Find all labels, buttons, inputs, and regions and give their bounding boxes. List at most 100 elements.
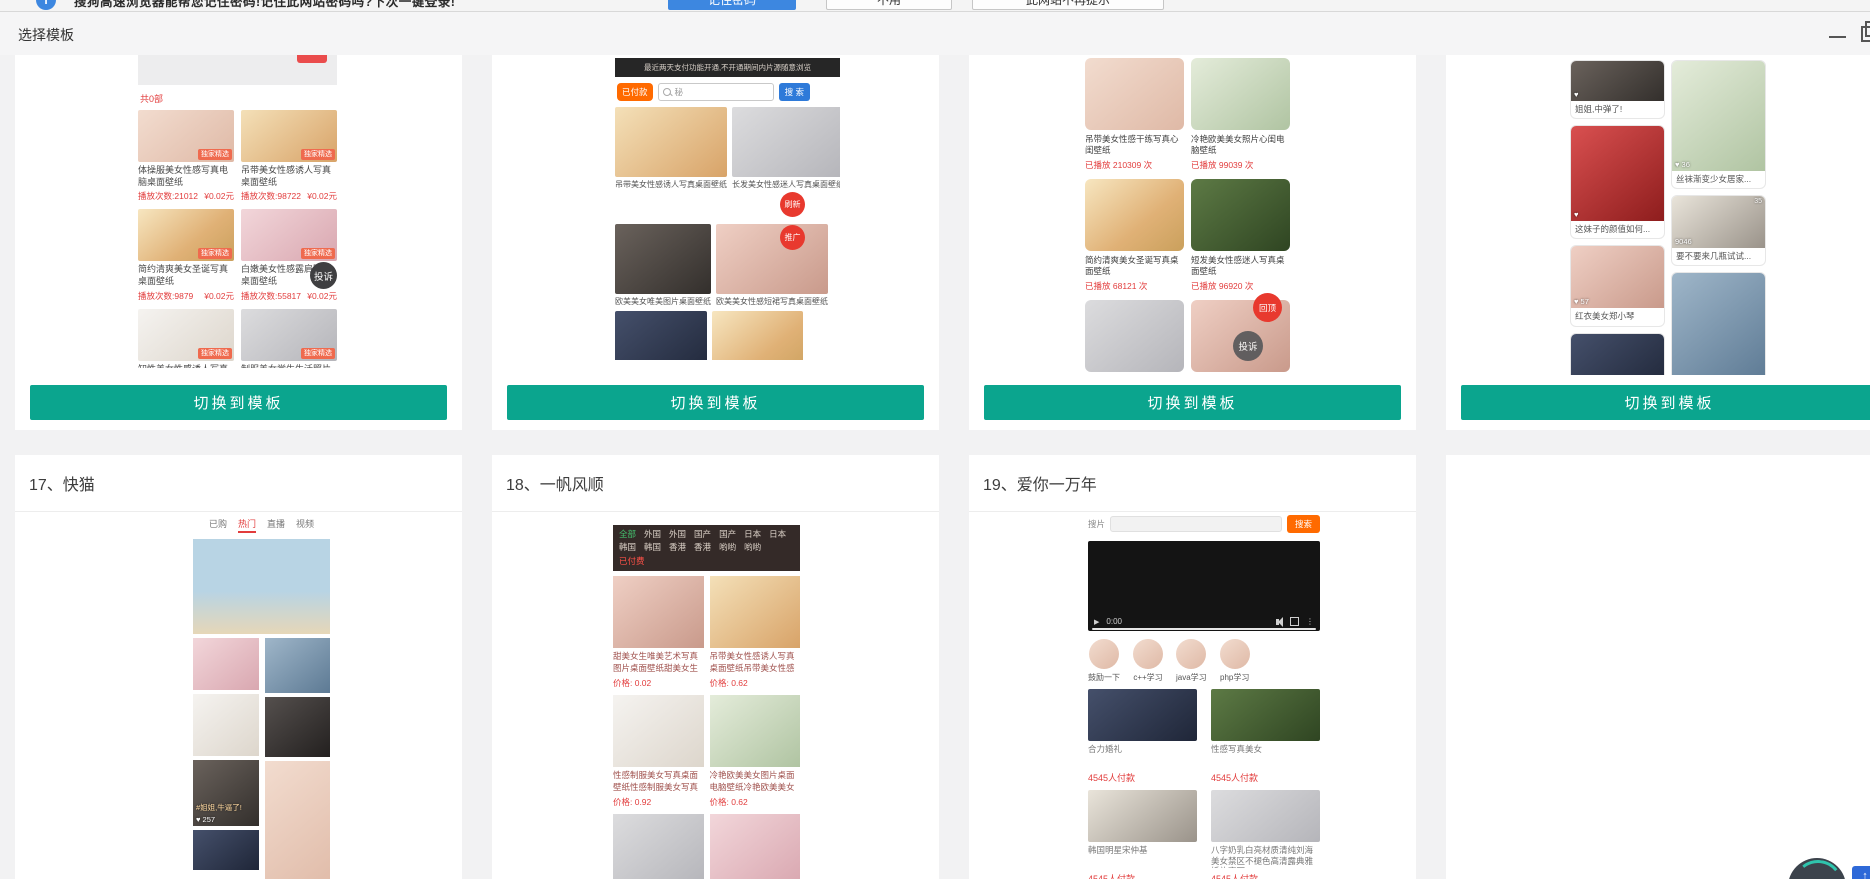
template-preview[interactable]: 全部外国外国国产国产日本日本韩国韩国香港香港哟哟哟哟已付费 甜美女生唯美艺术写真… [613,525,800,879]
wallpaper-item[interactable]: 欧美美女性感短裙写真桌面壁纸 [716,224,828,311]
wallpaper-item[interactable]: 吊带美女性感干练写真心闺壁纸 已播放 210309 次 [1085,58,1184,171]
wallpaper-item[interactable]: 短发美女性感迷人写真桌面壁纸 已播放 96920 次 [1191,179,1290,292]
minimize-icon[interactable] [1829,36,1846,38]
fullscreen-icon[interactable] [1290,617,1299,626]
wallpaper-thumbnail[interactable] [710,695,801,767]
more-icon[interactable]: ⋮ [1306,617,1314,626]
download-arrow-icon[interactable]: ↑ [1852,866,1870,879]
wallpaper-item[interactable] [615,311,707,360]
wallpaper-item[interactable]: 吊带美女性感诱人写真桌面壁纸 [615,107,727,194]
template-preview[interactable]: 搜片 搜索 ▶ 0:00 ⋮ [1088,515,1320,879]
wallpaper-thumbnail[interactable] [1085,179,1184,251]
category-link[interactable]: 韩国 [644,542,661,553]
category-link[interactable]: 哟哟 [744,542,761,553]
search-button[interactable]: 搜索 [1287,515,1320,533]
avatar-item[interactable]: c++学习 [1133,639,1163,683]
feed-image[interactable] [193,694,259,756]
feed-hero-image[interactable] [193,539,330,634]
paid-item[interactable]: 性感写真美女 4545人付款 [1211,689,1320,784]
play-icon[interactable]: ▶ [1094,618,1099,626]
avatar-item[interactable]: 鼓励一下 [1088,639,1120,683]
promote-button[interactable]: 推广 [780,225,805,250]
avatar[interactable] [1220,639,1250,669]
feed-image[interactable] [193,830,259,870]
wallpaper-thumbnail[interactable] [1191,179,1290,251]
wallpaper-thumbnail[interactable]: 独家精选 [138,110,234,162]
paid-thumbnail[interactable] [1211,790,1320,842]
wallpaper-thumbnail[interactable] [716,224,828,294]
category-link[interactable]: 国产 [694,529,711,540]
video-item[interactable]: ♥ 57 红衣美女郑小琴 [1570,245,1665,326]
feed-image[interactable] [193,638,259,690]
template-preview[interactable]: 吊带美女性感干练写真心闺壁纸 已播放 210309 次 冷艳欧美美女照片心闺电脑… [1085,55,1290,375]
video-item[interactable] [1671,272,1766,375]
switch-template-button[interactable]: 切换到模板 [507,385,924,420]
feed-image[interactable]: #姐姐,牛逼了! ♥ 257 [193,760,259,826]
wallpaper-item[interactable]: 独家精选 体操服美女性感写真电脑桌面壁纸 播放次数:21012¥0.02元 [138,110,234,202]
wallpaper-thumbnail[interactable]: 独家精选 [241,209,337,261]
video-thumbnail[interactable]: ♥ 57 [1571,246,1664,308]
wallpaper-thumbnail[interactable]: 独家精选 [241,309,337,361]
wallpaper-item[interactable]: 制服美女学生妹图片桌面壁纸制服美女学生妹图片桌面壁纸 [613,814,704,879]
wallpaper-thumbnail[interactable]: 独家精选 [138,209,234,261]
complaint-button[interactable]: 投诉 [310,262,337,289]
wallpaper-thumbnail[interactable] [1085,58,1184,130]
video-thumbnail[interactable]: ♥ [1571,126,1664,221]
avatar[interactable] [1176,639,1206,669]
wallpaper-thumbnail[interactable] [712,311,804,360]
switch-template-button[interactable]: 切换到模板 [1461,385,1870,420]
progress-bar[interactable] [1092,628,1316,630]
template-preview[interactable]: 已购热门直播视频 [193,517,330,879]
template-preview[interactable]: 最近两天支付功能开通,不开通期间内片源随意浏览 已付款 秘 搜 索 吊带美女性感… [615,55,840,360]
wallpaper-item[interactable]: 冷艳欧美美女图片桌面电脑壁纸冷艳欧美美女图片桌面电... 价格: 0.62 [710,695,801,808]
wallpaper-item[interactable]: 白嫩美女性感露肩写真桌面壁纸白嫩美女性感露肩写真桌... [710,814,801,879]
never-prompt-button[interactable]: 此网站不再提示 [972,0,1164,10]
wallpaper-item[interactable]: 吊带美女性感诱人写真桌面壁纸吊带美女性感诱人写真桌... 价格: 0.62 [710,576,801,689]
category-link[interactable]: 外国 [669,529,686,540]
complaint-button[interactable]: 投诉 [1233,331,1263,361]
switch-template-button[interactable]: 切换到模板 [30,385,447,420]
category-link[interactable]: 外国 [644,529,661,540]
paid-item[interactable]: 合力婚礼 4545人付款 [1088,689,1197,784]
wallpaper-item[interactable]: 甜美女生唯美艺术写真图片桌面壁纸甜美女生唯美艺术写... 价格: 0.02 [613,576,704,689]
video-item[interactable] [1570,333,1665,375]
video-item[interactable]: ♥ 36 丝袜渐变少女居家... [1671,60,1766,189]
feed-image[interactable] [265,697,331,757]
template-preview[interactable]: ♥ 姐姐,中弹了! ♥ 这妹子的颜值如何... [1570,55,1766,375]
preview-tab[interactable]: 视频 [296,517,314,533]
category-link[interactable]: 香港 [694,542,711,553]
wallpaper-item[interactable]: 冷艳欧美美女照片心闺电脑壁纸 已播放 99039 次 [1191,58,1290,171]
search-input[interactable]: 秘 [658,83,774,101]
wallpaper-thumbnail[interactable] [613,695,704,767]
preview-tab[interactable]: 已购 [209,517,227,533]
volume-icon[interactable] [1276,619,1279,625]
avatar[interactable] [1089,639,1119,669]
wallpaper-item[interactable] [1085,300,1184,375]
video-item[interactable]: ♥ 这妹子的颜值如何... [1570,125,1665,239]
wallpaper-thumbnail[interactable] [615,107,727,177]
wallpaper-item[interactable]: 独家精选 简约清爽美女圣诞写真桌面壁纸 播放次数:9879¥0.02元 [138,209,234,301]
wallpaper-thumbnail[interactable] [613,814,704,879]
paid-thumbnail[interactable] [1211,689,1320,741]
switch-template-button[interactable]: 切换到模板 [984,385,1401,420]
wallpaper-thumbnail[interactable] [615,224,711,294]
wallpaper-thumbnail[interactable] [613,576,704,648]
wallpaper-item[interactable]: 性感制服美女写真桌面壁纸性感制服美女写真桌面壁纸 价格: 0.92 [613,695,704,808]
video-thumbnail[interactable]: ♥ [1571,61,1664,101]
avatar-item[interactable]: php学习 [1220,639,1250,683]
video-thumbnail[interactable]: ♥ 36 [1672,61,1765,171]
wallpaper-item[interactable]: 独家精选 吊带美女性感诱人写真桌面壁纸 播放次数:98722¥0.02元 [241,110,337,202]
category-link[interactable]: 全部 [619,529,636,540]
wallpaper-item[interactable]: 长发美女性感迷人写真桌面壁纸 [732,107,840,194]
avatar-item[interactable]: java学习 [1176,639,1207,683]
wallpaper-item[interactable]: 简约清爽美女圣诞写真桌面壁纸 已播放 68121 次 [1085,179,1184,292]
category-link[interactable]: 韩国 [619,542,636,553]
category-link[interactable]: 香港 [669,542,686,553]
not-now-button[interactable]: 不用 [826,0,952,10]
wallpaper-thumbnail[interactable]: 独家精选 [241,110,337,162]
paid-thumbnail[interactable] [1088,689,1197,741]
remember-password-button[interactable]: 记住密码 [668,0,796,10]
feed-image[interactable] [265,761,331,879]
video-player[interactable]: ▶ 0:00 ⋮ [1088,541,1320,631]
wallpaper-item[interactable]: 独家精选 知性美女性感诱人写真桌面壁纸 [138,309,234,368]
